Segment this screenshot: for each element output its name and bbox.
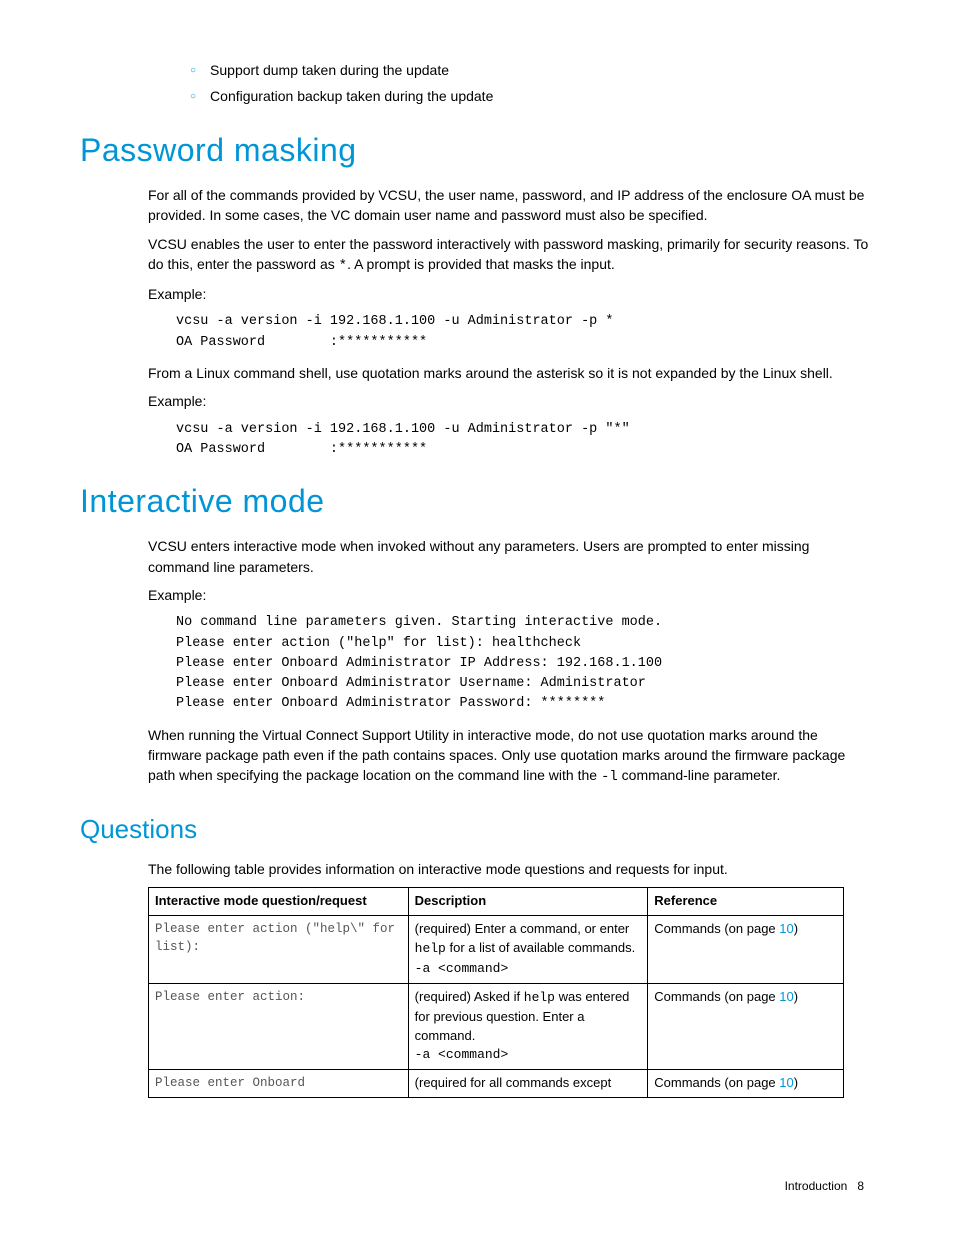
col-header: Interactive mode question/request bbox=[149, 888, 409, 916]
cell-reference: Commands (on page 10) bbox=[648, 916, 844, 984]
cell-question: Please enter action ("help\" for list): bbox=[149, 916, 409, 984]
inline-code: help bbox=[524, 990, 555, 1005]
paragraph: For all of the commands provided by VCSU… bbox=[148, 185, 874, 226]
page-link[interactable]: 10 bbox=[779, 989, 793, 1004]
bullet-item: ○ Configuration backup taken during the … bbox=[190, 86, 874, 106]
page-footer: Introduction 8 bbox=[80, 1178, 874, 1195]
paragraph: The following table provides information… bbox=[148, 859, 874, 879]
col-header: Reference bbox=[648, 888, 844, 916]
heading-password-masking: Password masking bbox=[80, 127, 874, 173]
intro-bullets: ○ Support dump taken during the update ○… bbox=[190, 60, 874, 107]
inline-code: -a <command> bbox=[415, 1047, 509, 1062]
paragraph: When running the Virtual Connect Support… bbox=[148, 725, 874, 788]
bullet-marker-icon: ○ bbox=[190, 64, 196, 79]
inline-code: * bbox=[339, 258, 347, 274]
bullet-text: Support dump taken during the update bbox=[210, 60, 449, 80]
cell-question: Please enter Onboard bbox=[149, 1070, 409, 1098]
example-label: Example: bbox=[148, 391, 874, 411]
footer-page-number: 8 bbox=[857, 1179, 864, 1193]
bullet-item: ○ Support dump taken during the update bbox=[190, 60, 874, 80]
code-block: vcsu -a version -i 192.168.1.100 -u Admi… bbox=[176, 420, 874, 461]
inline-code: -l bbox=[601, 769, 618, 785]
table-header-row: Interactive mode question/request Descri… bbox=[149, 888, 844, 916]
cell-reference: Commands (on page 10) bbox=[648, 983, 844, 1069]
paragraph: From a Linux command shell, use quotatio… bbox=[148, 363, 874, 383]
bullet-text: Configuration backup taken during the up… bbox=[210, 86, 493, 106]
inline-code: -a <command> bbox=[415, 961, 509, 976]
page-link[interactable]: 10 bbox=[779, 1075, 793, 1090]
heading-interactive-mode: Interactive mode bbox=[80, 478, 874, 524]
col-header: Description bbox=[408, 888, 648, 916]
paragraph: VCSU enables the user to enter the passw… bbox=[148, 234, 874, 277]
example-label: Example: bbox=[148, 284, 874, 304]
code-block: No command line parameters given. Starti… bbox=[176, 613, 874, 714]
code-block: vcsu -a version -i 192.168.1.100 -u Admi… bbox=[176, 312, 874, 353]
table-row: Please enter action ("help\" for list): … bbox=[149, 916, 844, 984]
cell-reference: Commands (on page 10) bbox=[648, 1070, 844, 1098]
paragraph: VCSU enters interactive mode when invoke… bbox=[148, 536, 874, 577]
footer-section: Introduction bbox=[785, 1179, 848, 1193]
cell-question: Please enter action: bbox=[149, 983, 409, 1069]
table-row: Please enter action: (required) Asked if… bbox=[149, 983, 844, 1069]
questions-table: Interactive mode question/request Descri… bbox=[148, 887, 844, 1098]
bullet-marker-icon: ○ bbox=[190, 90, 196, 105]
cell-description: (required) Enter a command, or enter hel… bbox=[408, 916, 648, 984]
page-link[interactable]: 10 bbox=[779, 921, 793, 936]
inline-code: help bbox=[415, 941, 446, 956]
table-row: Please enter Onboard (required for all c… bbox=[149, 1070, 844, 1098]
cell-description: (required for all commands except bbox=[408, 1070, 648, 1098]
cell-description: (required) Asked if help was entered for… bbox=[408, 983, 648, 1069]
example-label: Example: bbox=[148, 585, 874, 605]
heading-questions: Questions bbox=[80, 811, 874, 849]
